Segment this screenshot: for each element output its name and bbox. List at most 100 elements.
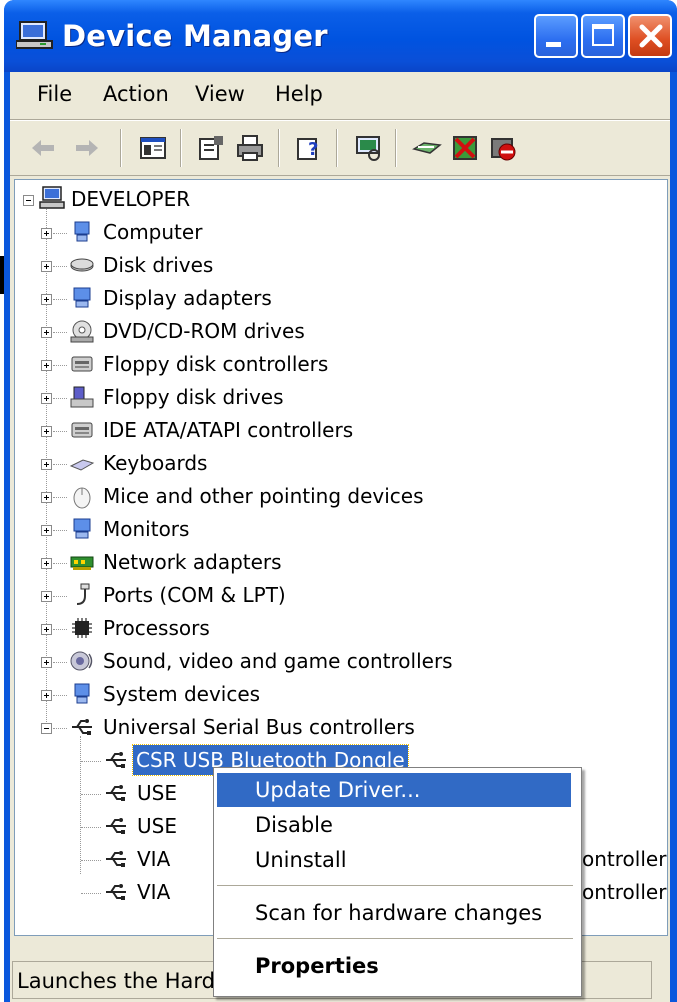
port-icon [76,583,90,605]
expand-icon[interactable] [41,294,52,305]
menu-item-uninstall[interactable]: Uninstall [217,843,571,877]
tree-category[interactable]: Keyboards [15,448,665,478]
tree-category-label: Network adapters [103,550,282,574]
tree-category[interactable]: IDE ATA/ATAPI controllers [15,415,665,445]
expand-icon[interactable] [41,327,52,338]
menu-separator [217,885,573,886]
tree-category[interactable]: Universal Serial Bus controllers [15,712,665,742]
expand-icon[interactable] [41,591,52,602]
menu-separator [217,938,573,939]
menu-item-disable[interactable]: Disable [217,808,571,842]
menu-item-update-driver[interactable]: Update Driver... [217,773,571,807]
forward-arrow-icon[interactable] [72,133,102,163]
collapse-icon[interactable] [23,195,34,206]
usb-device-label: VIA [137,880,171,904]
usb-device-icon [106,851,126,867]
svg-text:?: ? [308,139,318,160]
properties-icon[interactable] [196,133,226,163]
tree-guide-line [53,662,67,664]
update-driver-icon[interactable] [412,133,442,163]
usb-device-label-trailing: ontroller [582,847,667,871]
tree-category-label: Computer [103,220,203,244]
tree-guide-line [53,431,67,433]
tree-category[interactable]: Processors [15,613,665,643]
print-icon[interactable] [235,133,265,163]
tree-category[interactable]: Ports (COM & LPT) [15,580,665,610]
menu-bar: File Action View Help [10,72,670,120]
tree-guide-line [53,695,67,697]
menu-help[interactable]: Help [275,82,323,106]
tree-root-developer[interactable]: DEVELOPER [15,184,665,214]
expand-icon[interactable] [41,525,52,536]
tree-category[interactable]: Floppy disk drives [15,382,665,412]
tree-category[interactable]: Floppy disk controllers [15,349,665,379]
menu-file[interactable]: File [37,82,72,106]
expand-icon[interactable] [41,657,52,668]
toolbar: ? [10,121,670,176]
tree-category-label: Disk drives [103,253,214,277]
tree-category[interactable]: Display adapters [15,283,665,313]
tree-category-label: IDE ATA/ATAPI controllers [103,418,354,442]
tree-root-label: DEVELOPER [71,187,191,211]
toolbar-separator [395,129,396,167]
tree-category[interactable]: Monitors [15,514,665,544]
expand-icon[interactable] [41,459,52,470]
help-icon[interactable]: ? [294,133,324,163]
menu-item-properties[interactable]: Properties [217,949,571,983]
uninstall-icon[interactable] [450,133,480,163]
toolbar-separator [180,129,181,167]
close-button[interactable] [628,14,672,58]
tree-category[interactable]: Network adapters [15,547,665,577]
expand-icon[interactable] [41,360,52,371]
maximize-button[interactable] [581,14,625,58]
usb-device-label: VIA [137,847,171,871]
usb-device-icon [106,785,126,801]
tree-category-label: System devices [103,682,261,706]
menu-action[interactable]: Action [103,82,169,106]
expand-icon[interactable] [41,261,52,272]
tree-guide-line [81,893,101,895]
device-manager-icon [16,21,53,49]
tree-guide-line [53,596,67,598]
usb-device-label-trailing: ontroller [582,880,667,904]
computer-root-icon [39,186,65,209]
menu-item-scan-hardware[interactable]: Scan for hardware changes [217,896,571,930]
tree-category[interactable]: DVD/CD-ROM drives [15,316,665,346]
tree-category[interactable]: Disk drives [15,250,665,280]
tree-guide-line [53,464,67,466]
expand-icon[interactable] [41,690,52,701]
tree-guide-line [81,827,101,829]
tree-category[interactable]: Sound, video and game controllers [15,646,665,676]
show-hide-console-tree-icon[interactable] [138,133,168,163]
system-device-icon [74,683,90,704]
tree-category[interactable]: System devices [15,679,665,709]
tree-guide-line [53,233,67,235]
disable-icon[interactable] [488,133,518,163]
tree-category[interactable]: Computer [15,217,665,247]
minimize-icon [546,42,561,47]
menu-view[interactable]: View [195,82,245,106]
scan-hardware-icon[interactable] [353,133,383,163]
expand-icon[interactable] [41,558,52,569]
tree-guide-line [53,728,67,730]
tree-guide-line [81,794,101,796]
expand-icon[interactable] [41,624,52,635]
tree-category-label: Sound, video and game controllers [103,649,453,673]
title-bar[interactable]: Device Manager [4,0,677,72]
tree-guide-line [53,332,67,334]
collapse-icon[interactable] [41,723,52,734]
back-arrow-icon[interactable] [28,133,58,163]
usb-icon [72,719,92,735]
tree-category-label: Display adapters [103,286,272,310]
computer-icon [74,221,90,242]
tree-category[interactable]: Mice and other pointing devices [15,481,665,511]
expand-icon[interactable] [41,228,52,239]
usb-device-label: USE [137,781,177,805]
minimize-button[interactable] [534,14,578,58]
expand-icon[interactable] [41,492,52,503]
usb-device-icon [106,818,126,834]
expand-icon[interactable] [41,393,52,404]
expand-icon[interactable] [41,426,52,437]
tree-category-label: Ports (COM & LPT) [103,583,286,607]
maximize-icon [592,24,614,46]
